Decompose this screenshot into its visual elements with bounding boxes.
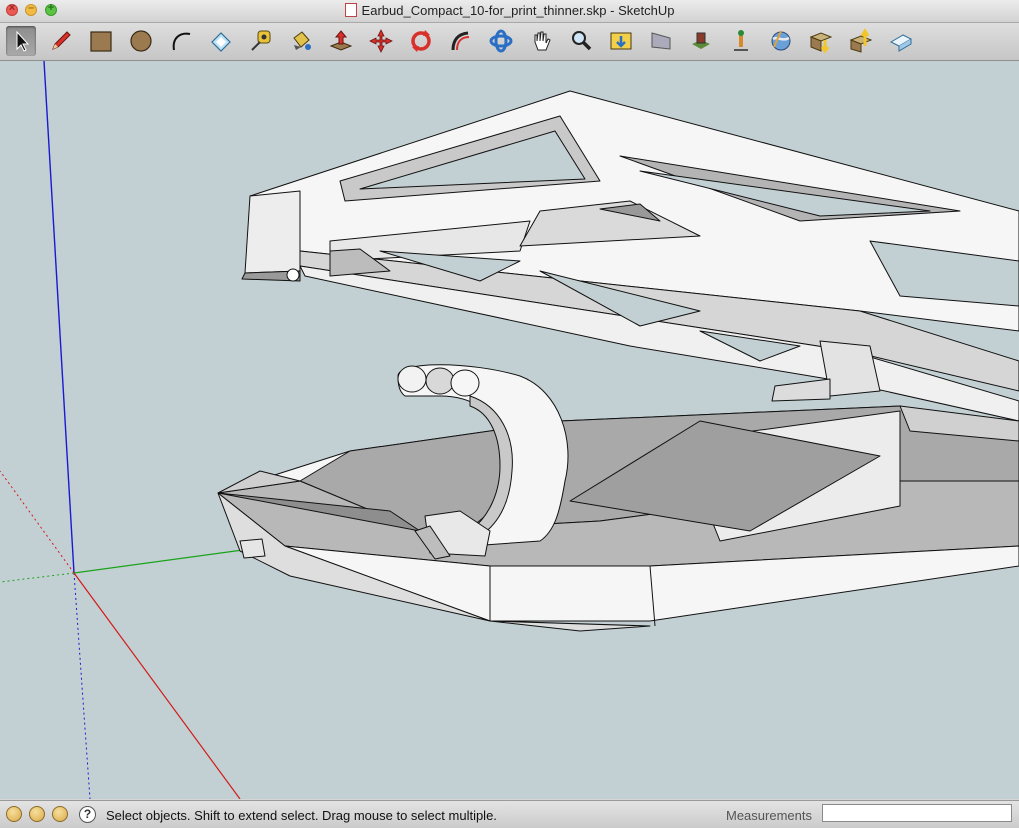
green-axis-negative: [0, 572, 75, 583]
sign-in-icon[interactable]: [52, 806, 68, 822]
previous-view-tool-button[interactable]: [646, 26, 676, 56]
circle-tool-button[interactable]: [126, 26, 156, 56]
rectangle-icon: [90, 31, 112, 52]
eraser-tool-button[interactable]: [206, 26, 236, 56]
magnifier-icon: [572, 31, 592, 51]
blue-axis-negative: [73, 572, 91, 799]
window-title: Earbud_Compact_10-for_print_thinner.skp …: [361, 3, 675, 18]
upper-lattice-arm[interactable]: [241, 90, 1019, 422]
share-model-tool-button[interactable]: [846, 26, 876, 56]
window-title-wrap: Earbud_Compact_10-for_print_thinner.skp …: [0, 3, 1019, 18]
pencil-icon: [52, 31, 71, 50]
main-toolbar: [0, 23, 1019, 61]
previous-view-icon: [651, 32, 671, 50]
zoom-extents-tool-button[interactable]: [606, 26, 636, 56]
orbit-icon: [489, 29, 513, 53]
follow-me-tool-button[interactable]: [446, 26, 476, 56]
red-axis-negative: [0, 470, 75, 574]
model-canvas[interactable]: [0, 61, 1019, 799]
drawing-viewport[interactable]: [0, 61, 1019, 799]
measurements-label: Measurements: [726, 808, 812, 823]
measurements-input[interactable]: [822, 804, 1012, 822]
rotate-tool-button[interactable]: [406, 26, 436, 56]
move-tool-button[interactable]: [366, 26, 396, 56]
document-icon: [344, 3, 357, 17]
globe-icon: [771, 30, 791, 51]
red-axis: [73, 572, 241, 799]
credits-icon[interactable]: [29, 806, 45, 822]
title-bar: Earbud_Compact_10-for_print_thinner.skp …: [0, 0, 1019, 23]
tape-measure-icon: [251, 30, 271, 51]
paint-bucket-tool-button[interactable]: [286, 26, 316, 56]
pan-tool-button[interactable]: [526, 26, 556, 56]
rectangle-tool-button[interactable]: [86, 26, 116, 56]
pencil-tool-button[interactable]: [46, 26, 76, 56]
arc-tool-button[interactable]: [166, 26, 196, 56]
follow-me-icon: [451, 31, 470, 51]
hand-icon: [534, 31, 551, 51]
layout-icon: [889, 34, 913, 52]
orbit-tool-button[interactable]: [486, 26, 516, 56]
eraser-icon: [211, 32, 231, 52]
zoom-extents-icon: [610, 32, 632, 50]
get-models-icon: [692, 32, 710, 49]
upload-box-icon: [849, 28, 873, 53]
select-tool-button[interactable]: [6, 26, 36, 56]
layout-tool-button[interactable]: [886, 26, 916, 56]
push-pull-icon: [329, 30, 353, 51]
get-models-tool-button[interactable]: [686, 26, 716, 56]
arrow-cursor-icon: [16, 30, 30, 52]
circle-icon: [130, 30, 152, 52]
help-icon[interactable]: ?: [79, 806, 96, 823]
status-bar: ? Select objects. Shift to extend select…: [0, 800, 1019, 828]
add-location-icon: [734, 30, 748, 51]
green-axis: [73, 548, 251, 574]
push-pull-tool-button[interactable]: [326, 26, 356, 56]
get-models-share-tool-button[interactable]: [806, 26, 836, 56]
move-icon: [369, 29, 393, 53]
add-location-tool-button[interactable]: [726, 26, 756, 56]
blue-axis: [43, 61, 75, 574]
tape-measure-tool-button[interactable]: [246, 26, 276, 56]
toggle-terrain-tool-button[interactable]: [766, 26, 796, 56]
status-hint-text: Select objects. Shift to extend select. …: [106, 808, 497, 823]
geo-location-icon[interactable]: [6, 806, 22, 822]
base-shell[interactable]: [217, 405, 1019, 632]
zoom-tool-button[interactable]: [566, 26, 596, 56]
arc-icon: [172, 32, 191, 51]
download-box-icon: [809, 32, 833, 54]
rotate-icon: [411, 30, 431, 52]
paint-bucket-icon: [293, 31, 311, 50]
